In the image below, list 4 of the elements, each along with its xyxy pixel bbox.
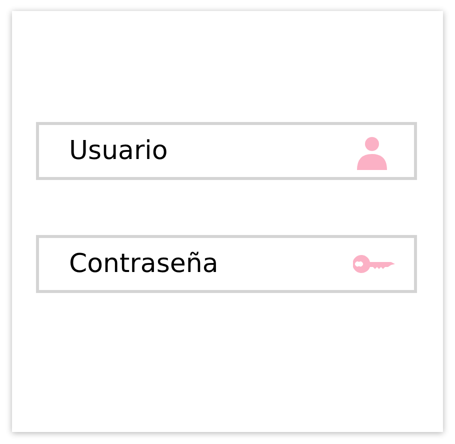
key-icon [353, 254, 395, 274]
input-field[interactable]: Usuario [36, 122, 417, 180]
user-icon [357, 136, 387, 170]
input-field[interactable]: Contraseña [36, 235, 417, 293]
